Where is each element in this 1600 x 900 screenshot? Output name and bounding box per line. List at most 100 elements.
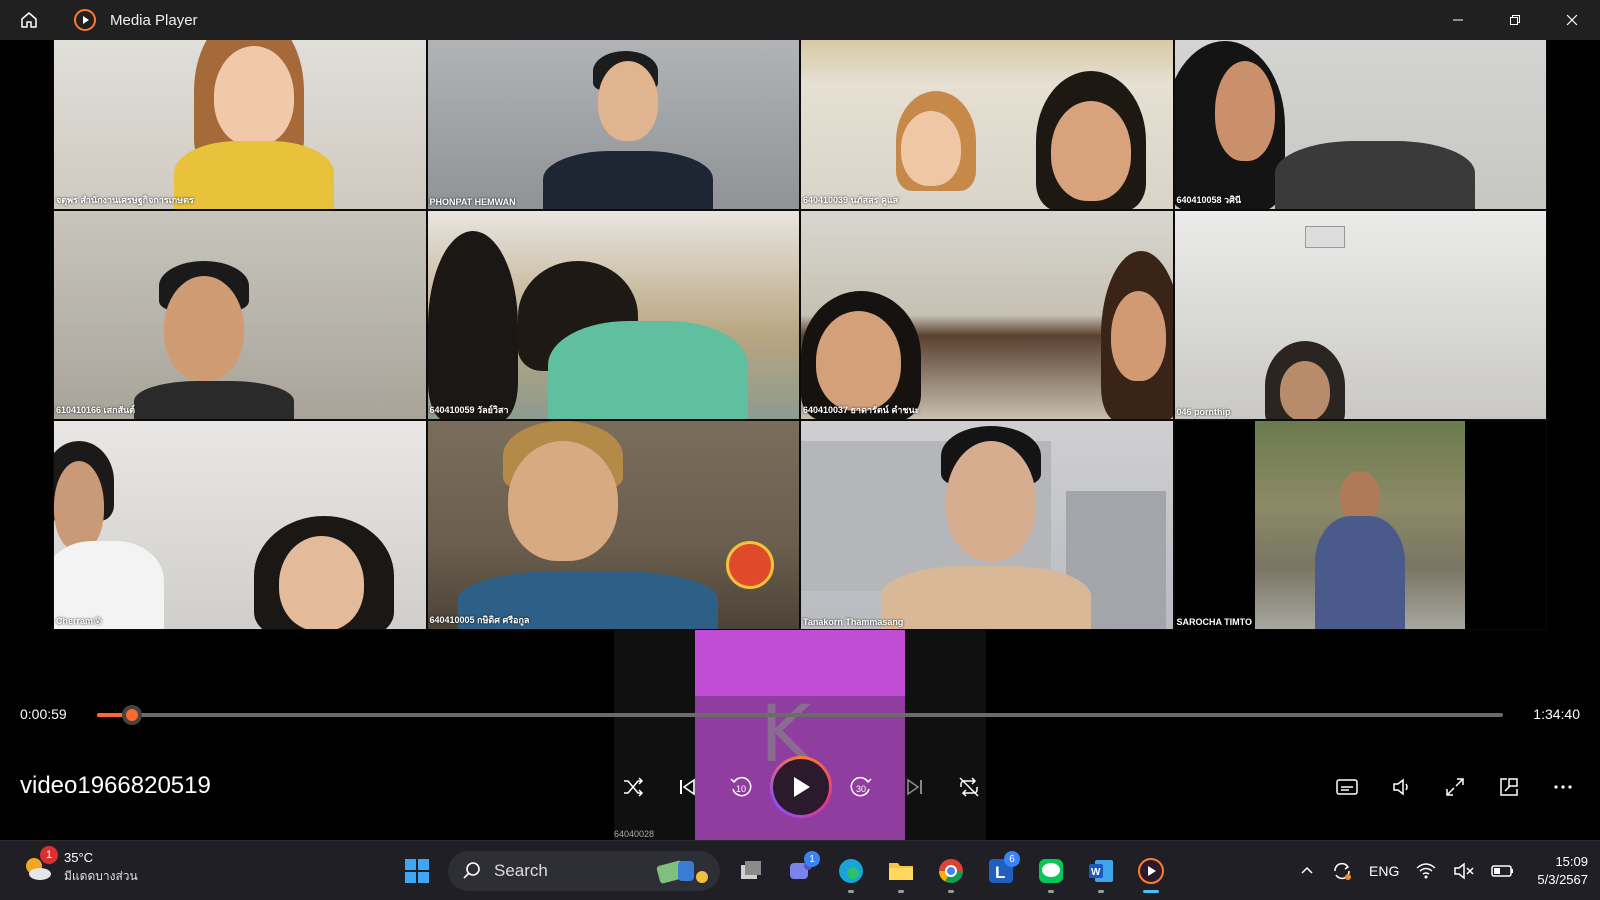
next-icon xyxy=(907,778,922,796)
clock[interactable]: 15:09 5/3/2567 xyxy=(1537,853,1588,889)
taskbar-search[interactable]: Search xyxy=(448,851,720,891)
taskbar: 1 35°C มีแดดบางส่วน Search 1 L 6 W ENG 1… xyxy=(0,840,1600,900)
participant-name: 640410058 วศินี xyxy=(1176,195,1241,205)
participant-tile: 640410005 กษิดิศ ศรีอกูล xyxy=(426,420,800,630)
edge-icon xyxy=(839,859,863,883)
participant-tile: Tanakorn Thammasang xyxy=(800,420,1174,630)
participant-tile: 610410166 เสกสันต์ xyxy=(53,210,427,420)
window-controls xyxy=(1429,0,1600,40)
edge-button[interactable] xyxy=(826,847,876,895)
sync-button[interactable] xyxy=(1331,860,1353,882)
captions-button[interactable] xyxy=(1320,762,1374,812)
next-button[interactable] xyxy=(888,757,942,817)
mini-player-icon xyxy=(1500,778,1518,796)
forward-30-icon: 30 xyxy=(850,776,872,797)
file-explorer-button[interactable] xyxy=(876,847,926,895)
show-hidden-icons-button[interactable] xyxy=(1299,863,1315,879)
volume-tray-button[interactable] xyxy=(1453,861,1475,881)
restore-button[interactable] xyxy=(1486,0,1543,40)
seek-thumb[interactable] xyxy=(121,705,142,725)
teams-badge: 1 xyxy=(804,851,820,867)
chrome-icon xyxy=(939,859,963,884)
task-view-icon xyxy=(741,861,761,879)
volume-muted-icon xyxy=(1454,862,1474,880)
volume-button[interactable] xyxy=(1374,762,1428,812)
wifi-icon xyxy=(1416,863,1436,879)
participant-name: 640410037 ธาดารัตน์ คำชนะ xyxy=(803,405,920,415)
fullscreen-icon xyxy=(1446,778,1464,796)
participant-name: 640410059 วัลย์วิสา xyxy=(429,405,509,415)
profile-photo xyxy=(1254,421,1465,629)
rewind-10-icon: 10 xyxy=(730,776,752,797)
participant-name: 610410166 เสกสันต์ xyxy=(56,405,136,415)
battery-icon xyxy=(1491,865,1514,877)
weather-widget[interactable]: 1 35°C มีแดดบางส่วน xyxy=(22,846,138,885)
media-player-icon xyxy=(1138,858,1164,884)
secondary-controls xyxy=(1320,762,1590,812)
word-button[interactable]: W xyxy=(1076,847,1126,895)
participant-name: 640410005 กษิดิศ ศรีอกูล xyxy=(429,615,530,625)
seek-bar[interactable] xyxy=(97,705,1503,725)
minimize-icon xyxy=(1452,19,1463,21)
participant-tile: Cherram😰 xyxy=(53,420,427,630)
weather-badge: 1 xyxy=(40,846,58,864)
svg-text:10: 10 xyxy=(736,784,746,794)
clock-date: 5/3/2567 xyxy=(1537,872,1588,887)
window-title: Media Player xyxy=(110,11,198,29)
battery-button[interactable] xyxy=(1491,863,1515,879)
mini-player-button[interactable] xyxy=(1482,762,1536,812)
video-title: video1966820519 xyxy=(20,772,211,799)
network-button[interactable] xyxy=(1415,862,1437,880)
shuffle-button[interactable] xyxy=(606,757,660,817)
play-button[interactable] xyxy=(770,756,832,818)
line-icon xyxy=(1039,859,1063,883)
l-app-badge: 6 xyxy=(1004,851,1020,867)
previous-button[interactable] xyxy=(660,757,714,817)
participant-tile: 640410059 วัลย์วิสา xyxy=(426,210,800,420)
forward-30-button[interactable]: 30 xyxy=(834,757,888,817)
partly-sunny-icon: 1 xyxy=(22,846,58,882)
participant-name: Cherram😰 xyxy=(56,616,103,626)
start-button[interactable] xyxy=(392,847,442,895)
chrome-button[interactable] xyxy=(926,847,976,895)
svg-text:30: 30 xyxy=(856,784,866,794)
overlay-code: 64040028 xyxy=(614,829,655,839)
media-player-taskbar-button[interactable] xyxy=(1126,847,1176,895)
task-view-button[interactable] xyxy=(726,847,776,895)
title-bar: Media Player xyxy=(0,0,1600,40)
weather-temp: 35°C xyxy=(64,850,94,865)
close-button[interactable] xyxy=(1543,0,1600,40)
home-button[interactable] xyxy=(0,0,58,40)
language-indicator[interactable]: ENG xyxy=(1369,863,1399,879)
participant-name: SAROCHA TIMTO xyxy=(1176,617,1253,627)
svg-text:W: W xyxy=(1091,867,1101,878)
svg-text:L: L xyxy=(995,863,1005,882)
media-player-icon xyxy=(72,7,98,33)
minimize-button[interactable] xyxy=(1429,0,1486,40)
more-options-button[interactable] xyxy=(1536,762,1590,812)
volume-icon xyxy=(1393,778,1408,796)
participant-tile: 046 pornthip xyxy=(1173,210,1547,420)
line-button[interactable] xyxy=(1026,847,1076,895)
windows-icon xyxy=(405,859,429,883)
participant-name: 046 pornthip xyxy=(1176,407,1231,417)
repeat-off-button[interactable] xyxy=(942,757,996,817)
search-icon xyxy=(463,862,480,879)
search-label: Search xyxy=(494,861,548,880)
restore-icon xyxy=(1509,15,1520,25)
chevron-up-icon xyxy=(1301,866,1313,874)
close-icon xyxy=(1566,14,1577,26)
participant-grid: จตุพร สำนักงานเศรษฐกิจการเกษตร PHONPAT H… xyxy=(53,0,1547,630)
participant-name: PHONPAT HEMWAN xyxy=(429,197,516,207)
transport-controls: 10 30 xyxy=(606,756,996,818)
l-app-button[interactable]: L 6 xyxy=(976,847,1026,895)
teams-button[interactable]: 1 xyxy=(776,847,826,895)
system-tray: ENG 15:09 5/3/2567 xyxy=(1291,841,1588,900)
fullscreen-button[interactable] xyxy=(1428,762,1482,812)
participant-tile: 640410037 ธาดารัตน์ คำชนะ xyxy=(800,210,1174,420)
weather-description: มีแดดบางส่วน xyxy=(64,869,138,883)
folder-icon xyxy=(889,863,913,880)
word-icon: W xyxy=(1089,860,1113,882)
rewind-10-button[interactable]: 10 xyxy=(714,757,768,817)
video-area[interactable]: จตุพร สำนักงานเศรษฐกิจการเกษตร PHONPAT H… xyxy=(0,0,1600,840)
